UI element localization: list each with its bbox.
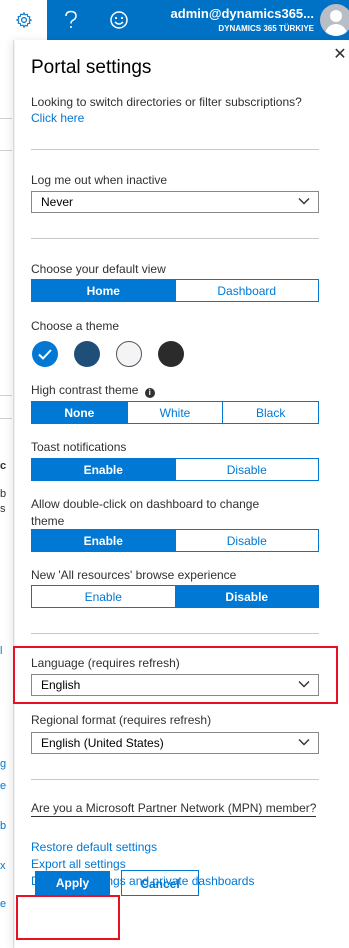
logout-value: Never (41, 195, 74, 209)
regional-value: English (United States) (41, 736, 164, 750)
theme-swatch-dark-blue[interactable] (74, 341, 100, 367)
help-button[interactable] (47, 0, 94, 40)
toast-option-enable[interactable]: Enable (32, 459, 175, 480)
contrast-toggle: None White Black (31, 401, 319, 424)
theme-swatch-dark[interactable] (158, 341, 184, 367)
apply-button[interactable]: Apply (35, 871, 110, 895)
browse-toggle: Enable Disable (31, 585, 319, 608)
dblclick-label-line2: theme (31, 514, 65, 528)
regional-select[interactable]: English (United States) (31, 732, 319, 754)
avatar[interactable] (320, 4, 349, 36)
background-portal-strip: c b s l g e b x e (0, 40, 14, 948)
browse-label: New 'All resources' browse experience (31, 568, 237, 582)
theme-swatch-blue[interactable] (32, 341, 58, 367)
top-bar: admin@dynamics365... DYNAMICS 365 TÜRKIY… (0, 0, 349, 40)
toast-option-disable[interactable]: Disable (174, 459, 319, 480)
theme-label: Choose a theme (31, 319, 120, 333)
language-label: Language (requires refresh) (31, 656, 180, 670)
checkmark-icon (38, 349, 52, 360)
view-option-dashboard[interactable]: Dashboard (174, 280, 319, 301)
logout-select[interactable]: Never (31, 191, 319, 213)
user-name: admin@dynamics365... (170, 6, 314, 21)
divider (31, 779, 319, 780)
mpn-question[interactable]: Are you a Microsoft Partner Network (MPN… (31, 801, 317, 817)
apply-highlight-box (16, 895, 120, 940)
view-option-home[interactable]: Home (32, 280, 175, 301)
cancel-button[interactable]: Cancel (121, 870, 199, 896)
default-view-label: Choose your default view (31, 262, 166, 276)
dblclick-label-line1: Allow double-click on dashboard to chang… (31, 497, 260, 511)
default-view-toggle: Home Dashboard (31, 279, 319, 302)
chevron-down-icon (298, 739, 310, 746)
logout-label: Log me out when inactive (31, 173, 168, 187)
click-here-link[interactable]: Click here (31, 111, 84, 125)
portal-settings-panel: ✕ Portal settings Looking to switch dire… (13, 40, 349, 948)
panel-title: Portal settings (31, 57, 152, 78)
divider (31, 149, 319, 150)
browse-option-disable[interactable]: Disable (174, 586, 318, 607)
switch-directory-text: Looking to switch directories or filter … (31, 95, 302, 109)
contrast-option-none[interactable]: None (32, 402, 127, 423)
dblclick-toggle: Enable Disable (31, 529, 319, 552)
contrast-label: High contrast theme (31, 383, 139, 397)
toast-toggle: Enable Disable (31, 458, 319, 481)
info-icon[interactable]: i (144, 388, 155, 398)
account-info[interactable]: admin@dynamics365... DYNAMICS 365 TÜRKIY… (162, 6, 314, 33)
divider (31, 633, 319, 634)
question-mark-icon (64, 10, 77, 28)
chevron-down-icon (298, 681, 310, 688)
chevron-down-icon (298, 198, 310, 205)
settings-button[interactable] (0, 0, 47, 40)
close-icon[interactable]: ✕ (333, 44, 347, 64)
smiley-icon (109, 11, 128, 29)
theme-swatch-light[interactable] (116, 341, 142, 367)
gear-icon (15, 11, 32, 29)
divider (31, 238, 319, 239)
browse-option-enable[interactable]: Enable (32, 586, 175, 607)
dblclick-option-enable[interactable]: Enable (32, 530, 175, 551)
restore-defaults-link[interactable]: Restore default settings (31, 840, 157, 854)
language-select[interactable]: English (31, 674, 319, 696)
contrast-label-row: High contrast theme i (31, 383, 155, 398)
tenant-name: DYNAMICS 365 TÜRKIYE (218, 24, 314, 33)
toast-label: Toast notifications (31, 440, 127, 454)
feedback-button[interactable] (95, 0, 142, 40)
regional-label: Regional format (requires refresh) (31, 713, 212, 727)
dblclick-option-disable[interactable]: Disable (174, 530, 319, 551)
contrast-option-white[interactable]: White (126, 402, 223, 423)
language-value: English (41, 678, 81, 692)
export-settings-link[interactable]: Export all settings (31, 857, 126, 871)
contrast-option-black[interactable]: Black (222, 402, 318, 423)
